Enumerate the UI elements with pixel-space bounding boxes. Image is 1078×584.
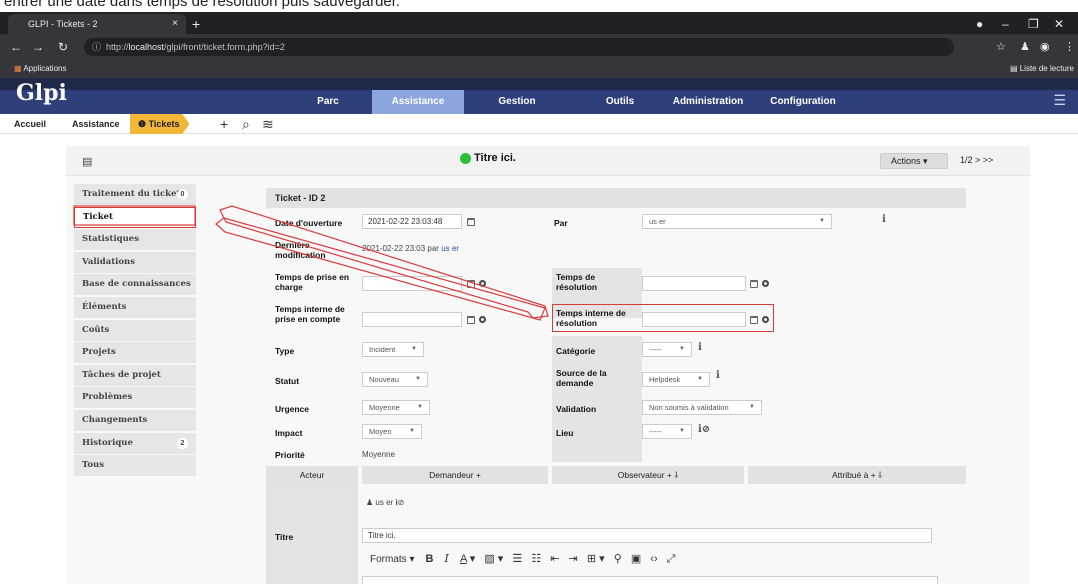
ticket-tab-highlight <box>73 205 196 226</box>
annotation-arrows <box>73 205 549 321</box>
upper-arrow <box>219 205 549 319</box>
